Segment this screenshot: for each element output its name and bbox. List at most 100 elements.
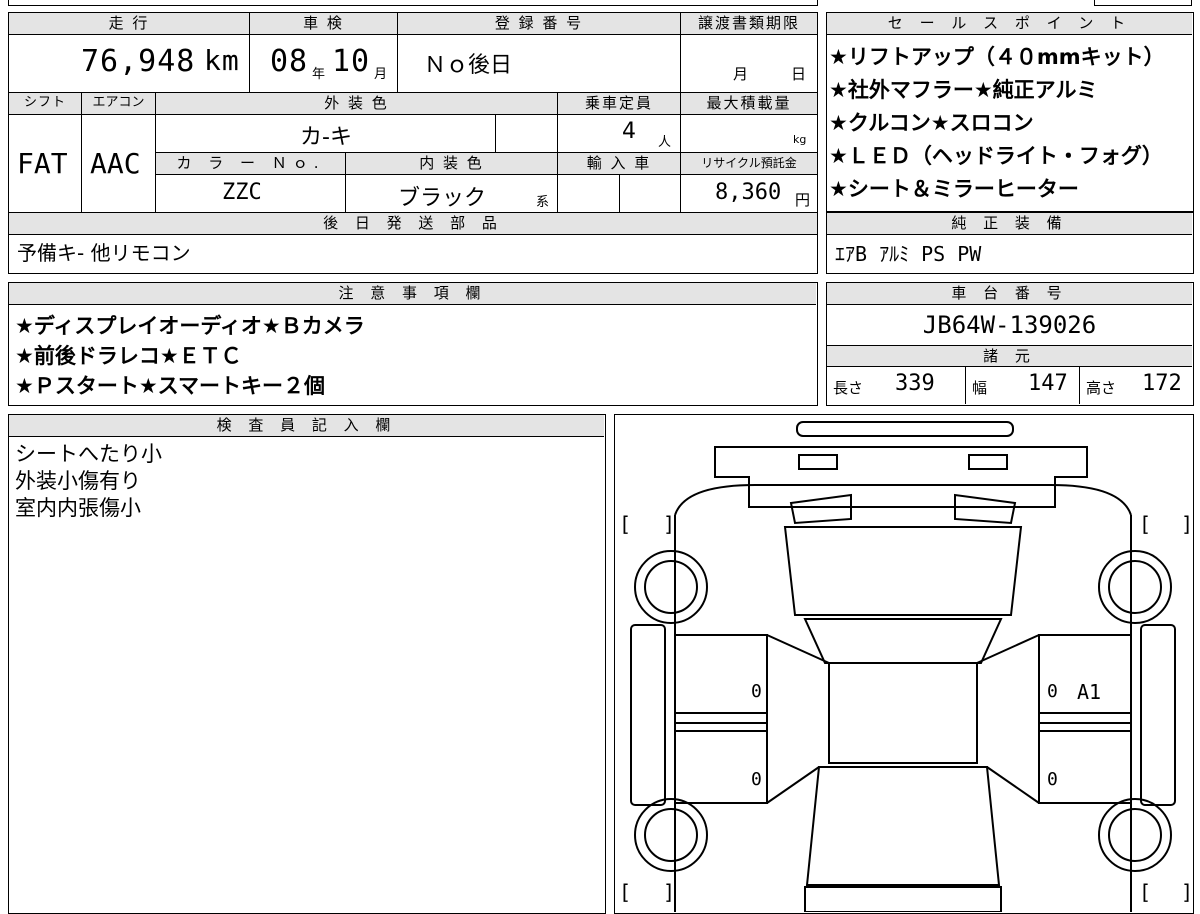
import-cell-a <box>557 175 619 213</box>
door-left-rear <box>674 634 768 724</box>
inspection-month: 10 <box>332 44 371 79</box>
color-no-cell: ZZC <box>155 175 345 213</box>
bracket-open-bl: [ <box>619 880 631 904</box>
sales-points-list: ★リフトアップ（４０mmキット） ★社外マフラー★純正アルミ ★クルコン★スロコ… <box>827 41 1192 206</box>
aircon-value: AAC <box>90 147 141 180</box>
exterior-color-value: カ-キ <box>300 125 352 150</box>
wheel-right-front-inner <box>1108 808 1162 862</box>
capacity-header: 乗車定員 <box>557 93 680 115</box>
fender-left <box>630 624 666 806</box>
bracket-close-bl: ] <box>663 880 675 904</box>
note-line: ★ディスプレイオーディオ★Ｂカメラ <box>15 314 365 338</box>
panel-mark-right-front: 0 <box>1047 769 1058 790</box>
interior-color-cell: ブラック 系 <box>345 175 557 213</box>
panel-mark-left-rear: 0 <box>751 681 762 702</box>
inspector-lines: シートへたり小 外装小傷有り 室内内張傷小 <box>9 441 604 522</box>
windshield <box>803 618 1003 664</box>
transfer-day-unit: 日 <box>791 65 807 83</box>
note-line: ★Ｐスタート★スマートキー２個 <box>15 374 326 398</box>
capacity-value: 4 <box>622 119 636 144</box>
spec-length: 長さ 339 <box>827 367 965 404</box>
notes-list: ★ディスプレイオーディオ★Ｂカメラ ★前後ドラレコ★ＥＴＣ ★Ｐスタート★スマー… <box>9 311 816 401</box>
genuine-equipment-header: 純 正 装 備 <box>827 213 1192 235</box>
notes-box: 注 意 事 項 欄 ★ディスプレイオーディオ★Ｂカメラ ★前後ドラレコ★ＥＴＣ … <box>8 282 818 406</box>
recycle-unit: 円 <box>795 191 811 209</box>
rear-window <box>789 493 1017 525</box>
door-right-front <box>1038 722 1132 804</box>
interior-color-header: 内 装 色 <box>345 153 557 175</box>
notes-header: 注 意 事 項 欄 <box>9 283 816 305</box>
inspection-year-unit: 年 <box>312 67 326 82</box>
spec-height: 高さ 172 <box>1079 367 1192 404</box>
cabin <box>828 662 978 764</box>
top-edge-strip-right <box>1094 0 1192 6</box>
shift-value: FAT <box>17 147 68 180</box>
shift-header: シフト <box>9 93 81 115</box>
spec-width-value: 147 <box>1028 371 1068 396</box>
transfer-deadline-header: 譲渡書類期限 <box>680 13 817 35</box>
color-no-value: ZZC <box>222 180 262 205</box>
spec-height-label: 高さ <box>1086 379 1117 397</box>
rear-bumper-strip <box>796 421 1014 437</box>
sales-point-item: ★シート＆ミラーヒーター <box>829 177 1079 201</box>
interior-color-suffix: 系 <box>536 195 550 210</box>
shift-cell: FAT <box>9 115 81 213</box>
rear-panel <box>714 446 1088 508</box>
aircon-header: エアコン <box>81 93 155 115</box>
spec-width: 幅 147 <box>965 367 1079 404</box>
sales-points-header: セ ー ル ス ポ イ ン ト <box>827 13 1192 35</box>
damage-code: A1 <box>1077 680 1101 704</box>
sales-point-item: ★社外マフラー★純正アルミ <box>829 78 1098 102</box>
later-parts-header: 後 日 発 送 部 品 <box>9 213 817 235</box>
sales-point-item: ★ＬＥＤ（ヘッドライト・フォグ） <box>829 144 1163 168</box>
wheel-left-rear-inner <box>644 560 698 614</box>
bracket-close-tr: ] <box>1181 512 1192 536</box>
vehicle-info-box: 走 行 車 検 登 録 番 号 譲渡書類期限 76,948 km 08 年 10… <box>8 12 818 274</box>
max-load-cell: kg <box>680 115 817 153</box>
chassis-box: 車 台 番 号 JB64W-139026 諸 元 長さ 339 幅 147 高さ… <box>826 282 1194 406</box>
chassis-value: JB64W-139026 <box>922 311 1097 339</box>
genuine-equipment-box: 純 正 装 備 ｴｱB ｱﾙﾐ PS PW <box>826 212 1194 274</box>
inspection-year: 08 <box>270 44 309 79</box>
capacity-cell: 4 人 <box>557 115 680 153</box>
exterior-color-sub-cell <box>495 115 557 153</box>
registration-value: Ｎｏ後日 <box>424 53 513 78</box>
door-right-rear <box>1038 634 1132 724</box>
spec-length-label: 長さ <box>833 379 864 397</box>
mileage-cell: 76,948 km <box>9 35 249 93</box>
aircon-cell: AAC <box>81 115 155 213</box>
max-load-unit: kg <box>793 133 807 146</box>
import-cell-b <box>619 175 680 213</box>
spec-length-value: 339 <box>895 371 935 396</box>
mileage-value: 76,948 <box>81 44 196 79</box>
registration-header: 登 録 番 号 <box>397 13 680 35</box>
body-outline <box>674 484 1132 912</box>
exterior-color-cell: カ-キ <box>155 115 495 153</box>
chassis-header: 車 台 番 号 <box>827 283 1192 305</box>
recycle-header: リサイクル預託金 <box>680 153 817 175</box>
mileage-header: 走 行 <box>9 13 249 35</box>
genuine-equipment-value: ｴｱB ｱﾙﾐ PS PW <box>835 242 982 266</box>
color-no-header: カ ラ ー Ｎｏ. <box>155 153 345 175</box>
panel-mark-right-rear: 0 <box>1047 681 1058 702</box>
later-parts-value: 予備キ- 他リモコン <box>17 241 191 265</box>
inspector-line: シートへたり小 <box>15 442 162 466</box>
wheel-left-front-inner <box>644 808 698 862</box>
sales-point-item: ★リフトアップ（４０mmキット） <box>829 45 1165 69</box>
transfer-month-unit: 月 <box>733 65 749 83</box>
capacity-unit: 人 <box>658 135 672 150</box>
hood <box>805 766 1001 886</box>
spec-width-label: 幅 <box>972 379 988 397</box>
door-left-front <box>674 722 768 804</box>
bracket-open-br: [ <box>1139 880 1151 904</box>
top-edge-strip <box>8 0 818 6</box>
import-header: 輸 入 車 <box>557 153 680 175</box>
inspector-box: 検 査 員 記 入 欄 シートへたり小 外装小傷有り 室内内張傷小 <box>8 414 606 914</box>
car-outline-diagram: [ ] [ ] [ ] [ ] 0 0 0 0 A1 <box>619 421 1192 912</box>
max-load-header: 最大積載量 <box>680 93 817 115</box>
bracket-close-tl: ] <box>663 512 675 536</box>
fender-right <box>1140 624 1176 806</box>
wheel-right-rear-inner <box>1108 560 1162 614</box>
inspection-cell: 08 年 10 月 <box>249 35 397 93</box>
note-line: ★前後ドラレコ★ＥＴＣ <box>15 344 242 368</box>
